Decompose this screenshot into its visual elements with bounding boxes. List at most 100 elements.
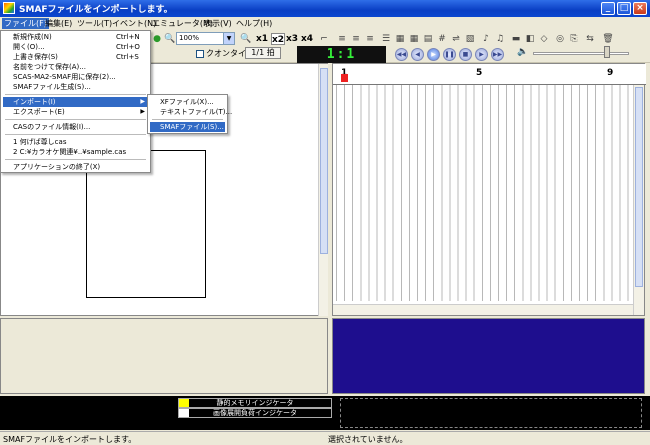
menu-separator (5, 119, 146, 120)
piano-roll-vertical-scrollbar[interactable] (633, 85, 644, 315)
piano-roll-pane[interactable]: 1 5 9 (332, 63, 646, 316)
multiplier-x4-button[interactable]: x4 (301, 33, 313, 45)
volume-slider-track[interactable] (533, 52, 629, 55)
record-icon[interactable]: ● (151, 33, 163, 45)
menu-item-export[interactable]: エクスポート(E) ▶ (3, 107, 148, 117)
status-message: SMAFファイルをインポートします。 (3, 435, 137, 444)
pause-icon[interactable]: ❚❚ (443, 48, 456, 61)
ruler-mark-5: 5 (476, 68, 483, 78)
menu-item-recent-1[interactable]: 1 何げば尊しcas (3, 137, 148, 147)
menu-item-cas-info[interactable]: CASのファイル情報(I)... (3, 122, 148, 132)
static-memory-label: 静的メモリインジケータ (216, 399, 294, 407)
list-icon[interactable]: ☰ (380, 33, 392, 45)
select-tool-icon[interactable]: ⌐ (318, 33, 330, 45)
file-menu: 新規作成(N) Ctrl+N 開く(O)... Ctrl+O 上書き保存(S) Ctr… (0, 30, 151, 173)
menu-separator (152, 119, 223, 120)
beat-button[interactable]: 1/1 拍 (245, 47, 281, 59)
tool-icon-g[interactable]: ♪ (480, 33, 492, 45)
multiplier-x2-button[interactable]: x2 (271, 33, 286, 45)
menu-item-exit[interactable]: アプリケーションの終了(X) (3, 162, 148, 172)
image-load-swatch (179, 409, 189, 417)
status-selection: 選択されていません。 (328, 435, 408, 444)
menu-item-save-as[interactable]: 名前をつけて保存(A)... (3, 62, 148, 72)
fast-forward-icon[interactable]: ▶▶ (491, 48, 504, 61)
position-display: 1:1 (297, 46, 386, 63)
volume-slider-thumb[interactable] (604, 46, 610, 58)
zoom-select[interactable]: 100% ▼ (176, 32, 235, 45)
tool-icon-j[interactable]: ◧ (524, 33, 536, 45)
tool-icon-n[interactable]: ⇆ (584, 33, 596, 45)
play-icon[interactable]: ▶ (427, 48, 440, 61)
piano-roll-horizontal-scrollbar[interactable] (333, 304, 633, 315)
scrollbar-thumb[interactable] (635, 87, 643, 287)
submenu-arrow-icon: ▶ (140, 108, 145, 115)
zoom-out-icon[interactable]: 🔍 (240, 33, 252, 45)
tool-icon-c[interactable]: ▤ (422, 33, 434, 45)
tool-icon-m[interactable]: ⎘ (568, 33, 580, 45)
indicator-meter-box (340, 398, 642, 428)
prev-icon[interactable]: ◀ (411, 48, 424, 61)
status-bar: SMAFファイルをインポートします。 選択されていません。 (0, 431, 650, 445)
menu-help[interactable]: ヘルプ(H) (234, 18, 274, 29)
scrollbar-thumb[interactable] (320, 68, 328, 254)
submenu-arrow-icon: ▶ (140, 98, 145, 105)
stop-icon[interactable]: ■ (459, 48, 472, 61)
multiplier-x1-button[interactable]: x1 (256, 33, 268, 45)
tool-icon-a[interactable]: ▦ (394, 33, 406, 45)
menu-view[interactable]: 表示(V) (202, 18, 234, 29)
static-memory-indicator: 静的メモリインジケータ (178, 398, 332, 408)
tool-icon-e[interactable]: ⇌ (450, 33, 462, 45)
menu-separator (5, 159, 146, 160)
speaker-icon: 🔈 (517, 47, 529, 57)
score-vertical-scrollbar[interactable] (318, 64, 328, 316)
event-list-pane[interactable] (0, 318, 328, 394)
tool-icon-l[interactable]: ◎ (554, 33, 566, 45)
import-submenu: XFファイル(X)... テキストファイル(T)... SMAFファイル(S).… (147, 94, 232, 134)
image-load-indicator: 画像展開負荷インジケータ (178, 408, 332, 418)
tool-icon-h[interactable]: ♫ (494, 33, 506, 45)
submenu-item-text[interactable]: テキストファイル(T)... (150, 107, 232, 117)
tool-icon-d[interactable]: # (436, 33, 448, 45)
menu-item-generate-smaf[interactable]: SMAFファイル生成(S)... (3, 82, 148, 92)
close-button[interactable]: × (633, 2, 647, 15)
submenu-item-xf[interactable]: XFファイル(X)... (150, 97, 225, 107)
align-right-icon[interactable]: ≡ (364, 33, 376, 45)
align-left-icon[interactable]: ≡ (336, 33, 348, 45)
playhead-marker[interactable] (341, 74, 348, 82)
next-icon[interactable]: ▶ (475, 48, 488, 61)
multiplier-x3-button[interactable]: x3 (286, 33, 298, 45)
tool-icon-f[interactable]: ▧ (464, 33, 476, 45)
align-center-icon[interactable]: ≡ (350, 33, 362, 45)
menu-bar: ファイル(F) 編集(E) ツール(T) イベント(N) エミュレータ(M) 表… (0, 17, 650, 30)
app-icon (3, 2, 15, 14)
menu-item-save[interactable]: 上書き保存(S) Ctrl+S (3, 52, 148, 62)
checkbox-box[interactable] (196, 49, 204, 58)
menu-edit[interactable]: 編集(E) (43, 18, 74, 29)
chevron-down-icon: ▼ (223, 33, 234, 44)
tool-icon-k[interactable]: ◇ (538, 33, 550, 45)
ruler-mark-9: 9 (607, 68, 614, 78)
menu-item-save-scas[interactable]: SCAS-MA2-SMAF用に保存(2)... (3, 72, 148, 82)
minimize-button[interactable]: _ (601, 2, 615, 15)
zoom-icon[interactable]: 🔍 (164, 33, 176, 45)
menu-file[interactable]: ファイル(F) (2, 18, 49, 29)
piano-roll-grid[interactable] (336, 85, 633, 301)
menu-item-new[interactable]: 新規作成(N) Ctrl+N (3, 32, 148, 42)
menu-tools[interactable]: ツール(T) (75, 18, 114, 29)
timeline-ruler[interactable]: 1 5 9 (333, 64, 646, 85)
static-memory-swatch (179, 399, 189, 407)
menu-item-recent-2[interactable]: 2 C:¥カラオケ関連¥..¥sample.cas (3, 147, 148, 157)
zoom-value: 100% (179, 34, 200, 42)
maximize-button[interactable]: □ (617, 2, 631, 15)
menu-separator (5, 94, 146, 95)
submenu-item-smaf[interactable]: SMAFファイル(S)... (150, 122, 225, 132)
rewind-icon[interactable]: ◀◀ (395, 48, 408, 61)
preview-pane (332, 318, 645, 394)
menu-separator (5, 134, 146, 135)
tool-icon-b[interactable]: ▦ (408, 33, 420, 45)
trash-icon[interactable]: 🗑 (602, 33, 614, 45)
window-title: SMAFファイルをインポートします。 (19, 5, 173, 15)
menu-item-import[interactable]: インポート(I) ▶ (3, 97, 148, 107)
menu-item-open[interactable]: 開く(O)... Ctrl+O (3, 42, 148, 52)
tool-icon-i[interactable]: ▬ (510, 33, 522, 45)
